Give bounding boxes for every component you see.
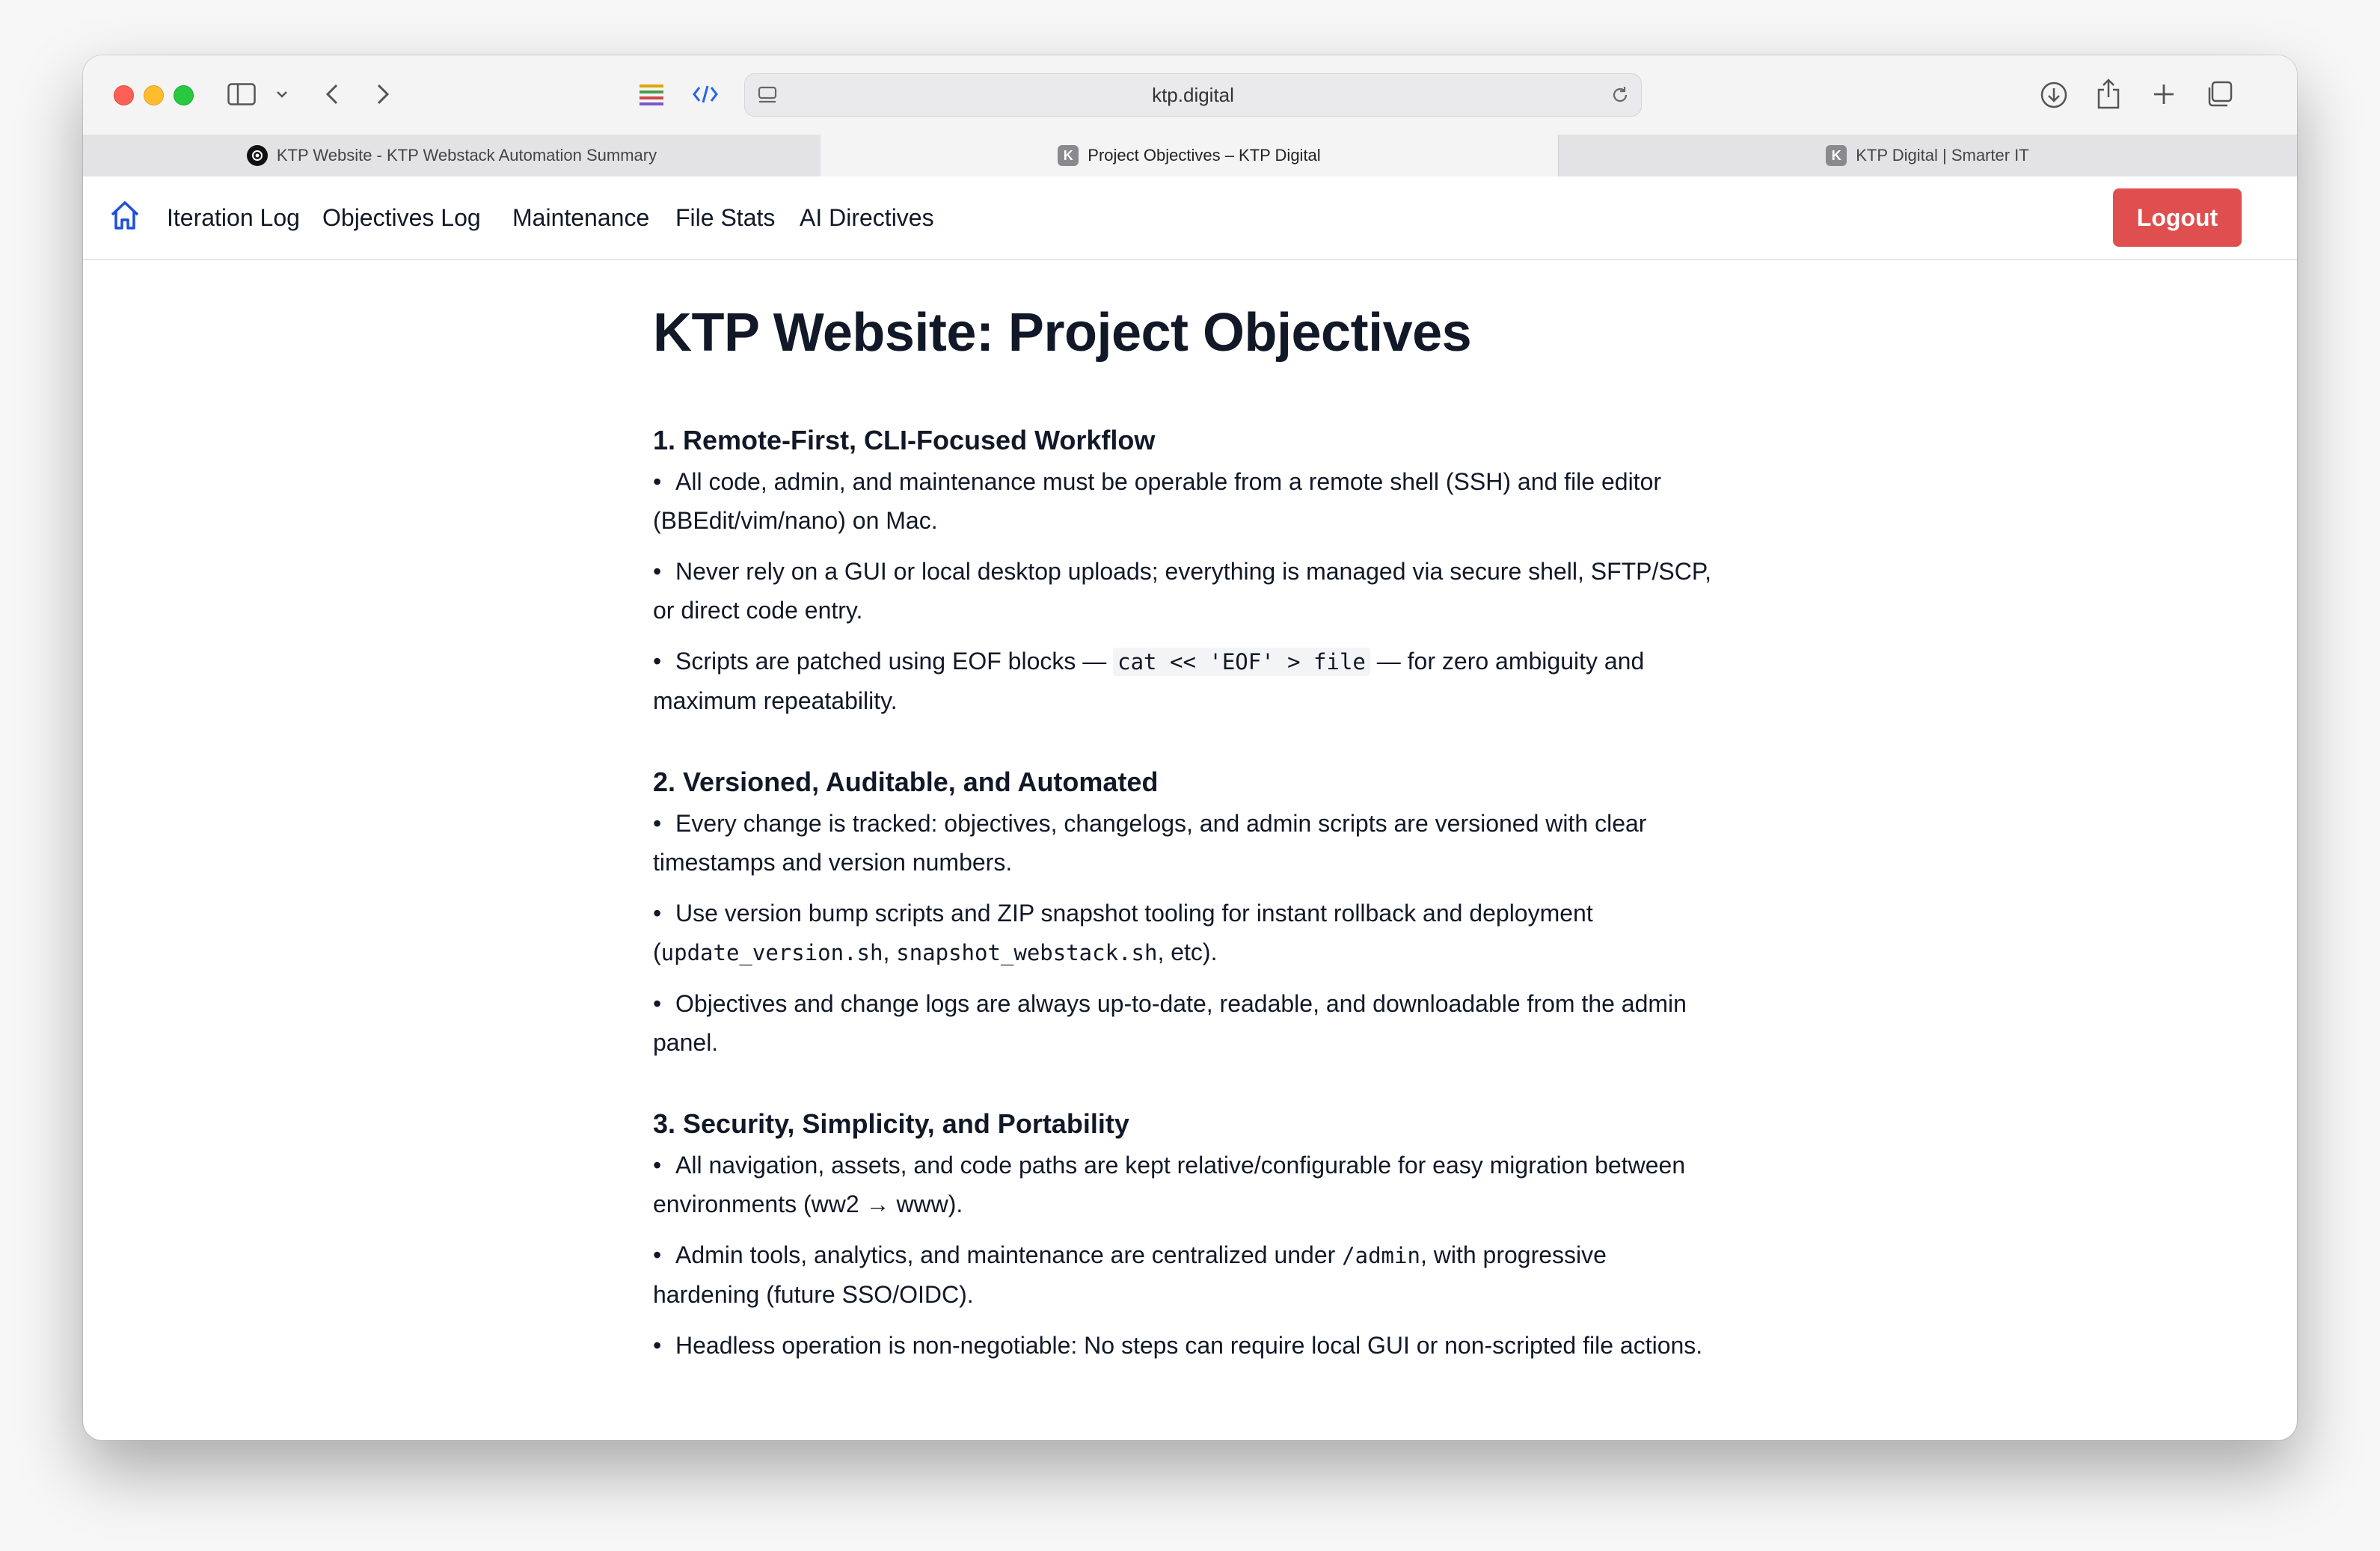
openai-icon: [246, 145, 268, 166]
sidebar-icon[interactable]: [227, 81, 257, 108]
k-favicon-icon: K: [1826, 145, 1847, 166]
nav-ai-directives[interactable]: AI Directives: [800, 176, 934, 259]
nav-iteration-log[interactable]: Iteration Log: [167, 176, 300, 259]
inline-code: cat << 'EOF' > file: [1113, 648, 1370, 676]
page-title: KTP Website: Project Objectives: [653, 303, 1472, 363]
list-item: • Use version bump scripts and ZIP snapsh…: [653, 900, 1593, 965]
browser-window: ktp.digital KTP Website - KTP Webstack A…: [83, 55, 2297, 1440]
list-item: • Every change is tracked: objectives, ch…: [653, 810, 1647, 876]
home-icon[interactable]: [108, 199, 141, 236]
tab-bar: KTP Website - KTP Webstack Automation Su…: [83, 135, 2297, 177]
nav-maintenance[interactable]: Maintenance: [512, 176, 649, 259]
section-title: 3. Security, Simplicity, and Portability: [653, 1108, 1129, 1139]
chevron-down-icon[interactable]: [275, 85, 289, 103]
code-icon[interactable]: [690, 81, 720, 108]
list-item: • Objectives and change logs are always u…: [653, 990, 1687, 1056]
url-text: ktp.digital: [1152, 84, 1234, 106]
inline-code: update_version.sh: [660, 940, 883, 965]
objective-section: 2. Versioned, Auditable, and Automated •…: [653, 767, 1715, 1062]
new-tab-icon[interactable]: [2149, 79, 2179, 109]
zoom-window-button[interactable]: [174, 85, 194, 105]
main-content: KTP Website: Project Objectives 1. Remot…: [653, 259, 1715, 1377]
tab-webstack-summary[interactable]: KTP Website - KTP Webstack Automation Su…: [83, 135, 821, 176]
list-item: • Never rely on a GUI or local desktop up…: [653, 558, 1711, 624]
objective-section: 1. Remote-First, CLI-Focused Workflow • A…: [653, 425, 1715, 720]
list-item: • Admin tools, analytics, and maintenance…: [653, 1241, 1607, 1308]
extension-icon[interactable]: [638, 81, 665, 108]
close-window-button[interactable]: [114, 85, 134, 105]
list-item: • All navigation, assets, and code paths …: [653, 1152, 1686, 1217]
list-item: • Headless operation is non-negotiable: N…: [653, 1332, 1703, 1359]
share-icon[interactable]: [2094, 76, 2123, 111]
forward-icon[interactable]: [372, 79, 394, 109]
objective-section: 3. Security, Simplicity, and Portability…: [653, 1108, 1715, 1365]
inline-code: /admin: [1342, 1243, 1420, 1268]
site-nav: Iteration Log Objectives Log Maintenance…: [83, 176, 2297, 260]
logout-button[interactable]: Logout: [2113, 188, 2242, 247]
tab-ktp-digital[interactable]: K KTP Digital | Smarter IT: [1558, 135, 2297, 176]
download-icon[interactable]: [2038, 79, 2070, 111]
section-title: 1. Remote-First, CLI-Focused Workflow: [653, 425, 1156, 455]
tab-project-objectives[interactable]: K Project Objectives – KTP Digital: [821, 135, 1559, 176]
list-item: • Scripts are patched using EOF blocks — …: [653, 648, 1645, 714]
back-icon[interactable]: [321, 79, 343, 109]
tab-label: Project Objectives – KTP Digital: [1088, 146, 1321, 165]
nav-objectives-log[interactable]: Objectives Log: [322, 176, 481, 259]
k-favicon-icon: K: [1058, 145, 1079, 166]
tab-label: KTP Digital | Smarter IT: [1856, 146, 2029, 165]
browser-toolbar: ktp.digital: [83, 55, 2297, 135]
tab-label: KTP Website - KTP Webstack Automation Su…: [276, 146, 657, 165]
minimize-window-button[interactable]: [144, 85, 164, 105]
inline-code: snapshot_webstack.sh: [896, 940, 1158, 965]
list-item: • All code, admin, and maintenance must b…: [653, 468, 1662, 534]
section-title: 2. Versioned, Auditable, and Automated: [653, 767, 1159, 797]
inline-code: ww2 → www: [811, 1191, 948, 1217]
reload-icon[interactable]: [1608, 83, 1632, 107]
tab-overview-icon[interactable]: [2204, 79, 2234, 109]
address-bar[interactable]: ktp.digital: [744, 73, 1642, 117]
nav-file-stats[interactable]: File Stats: [675, 176, 775, 259]
